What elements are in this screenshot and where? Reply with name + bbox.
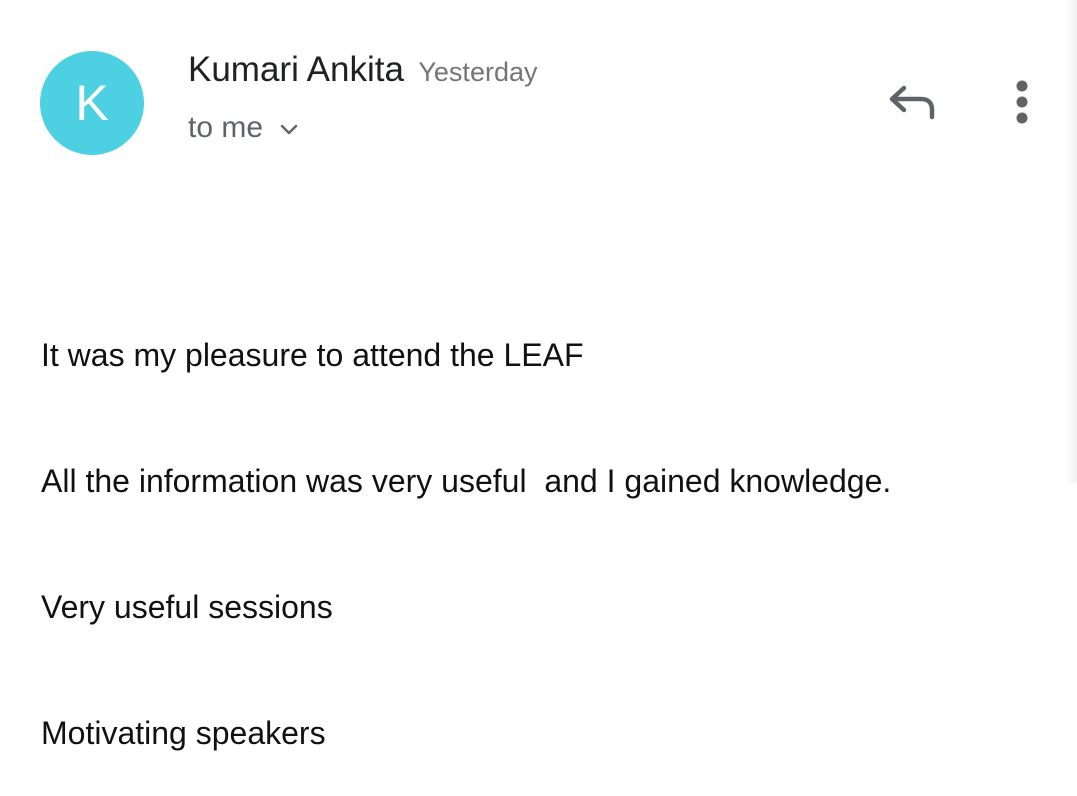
window-edge	[1065, 0, 1077, 483]
reply-button[interactable]	[884, 78, 940, 126]
message-body-line: It was my pleasure to attend the LEAF	[41, 337, 584, 373]
message-body-line: Very useful sessions	[41, 589, 333, 625]
recipient-details-toggle[interactable]: to me	[188, 111, 299, 145]
message-body: It was my pleasure to attend the LEAF Al…	[41, 250, 891, 796]
sender-name[interactable]: Kumari Ankita	[188, 50, 404, 89]
recipient-label: to me	[188, 111, 264, 144]
more-options-button[interactable]	[1002, 76, 1042, 128]
message-timestamp: Yesterday	[418, 57, 538, 87]
reply-icon	[889, 85, 935, 120]
more-vertical-icon	[1016, 80, 1028, 124]
avatar-letter: K	[75, 75, 109, 131]
message-body-line: Motivating speakers	[41, 715, 326, 751]
sender-header: Kumari Ankita Yesterday	[188, 50, 537, 90]
chevron-down-icon[interactable]	[279, 123, 299, 137]
message-body-line: All the information was very useful and …	[41, 463, 892, 499]
avatar[interactable]: K	[40, 51, 144, 155]
